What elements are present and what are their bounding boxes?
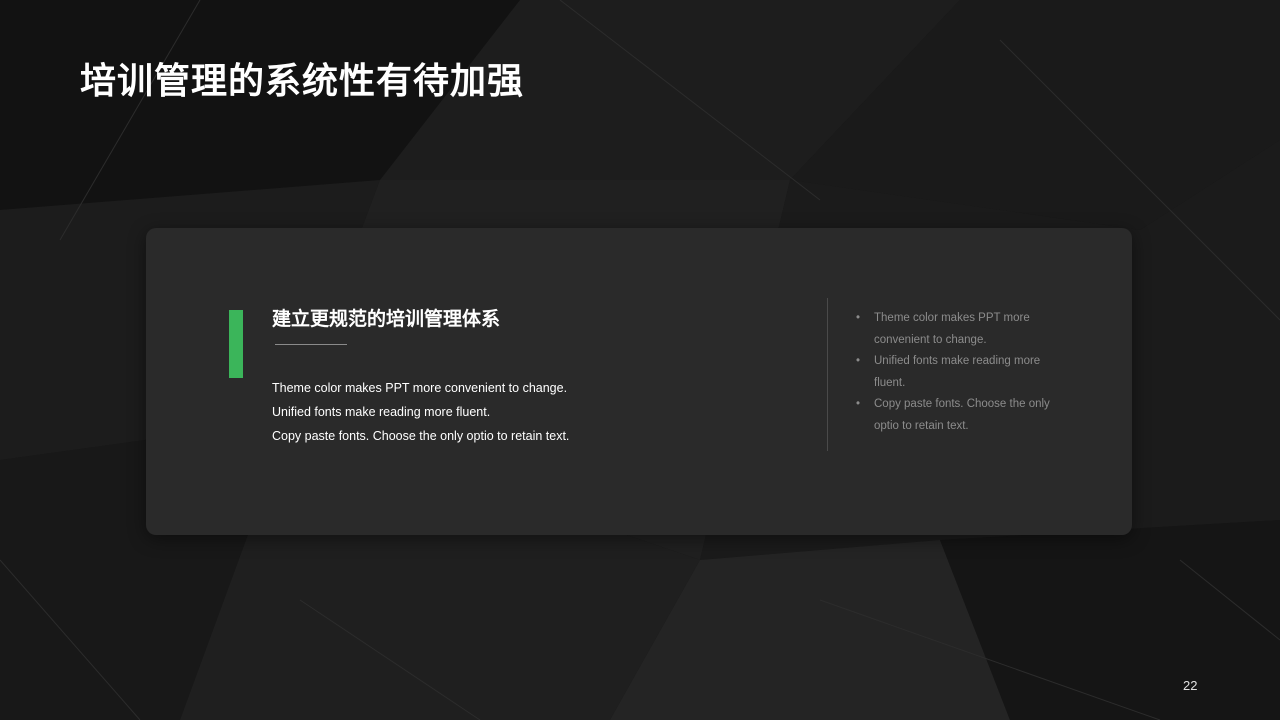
bullet-text: Unified fonts make reading more fluent. <box>874 355 1041 389</box>
bullet-text: Copy paste fonts. Choose the only optio … <box>874 398 1050 432</box>
bullet-item: • Theme color makes PPT more convenient … <box>854 308 1054 351</box>
bullet-list: • Theme color makes PPT more convenient … <box>854 308 1054 438</box>
bullet-item: • Unified fonts make reading more fluent… <box>854 351 1054 394</box>
body-line: Unified fonts make reading more fluent. <box>272 405 491 419</box>
bullet-text: Theme color makes PPT more convenient to… <box>874 312 1030 346</box>
accent-bar <box>229 310 243 378</box>
bullet-icon: • <box>856 312 861 324</box>
bullet-icon: • <box>856 355 861 368</box>
bullet-icon: • <box>856 398 861 411</box>
slide-title: 培训管理的系统性有待加强 <box>80 61 525 102</box>
page-number: 22 <box>1183 678 1198 693</box>
bullet-item: • Copy paste fonts. Choose the only opti… <box>854 394 1054 437</box>
body-line: Copy paste fonts. Choose the only optio … <box>272 429 570 443</box>
card-body-text: Theme color makes PPT more convenient to… <box>272 376 652 448</box>
content-card: 建立更规范的培训管理体系 Theme color makes PPT more … <box>146 228 1132 535</box>
vertical-divider <box>827 298 828 451</box>
heading-underline <box>275 344 347 345</box>
card-heading: 建立更规范的培训管理体系 <box>272 308 501 330</box>
body-line: Theme color makes PPT more convenient to… <box>272 381 568 395</box>
